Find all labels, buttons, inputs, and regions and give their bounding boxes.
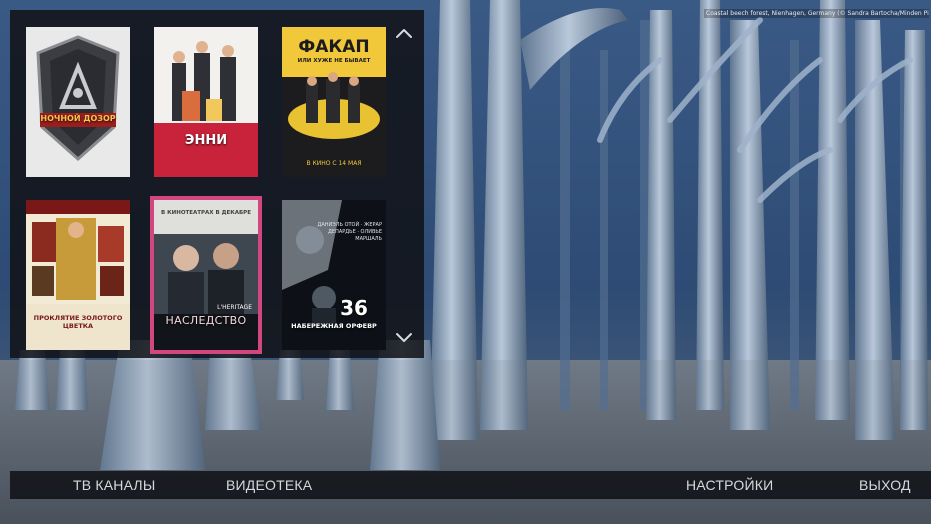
photo-credit: Coastal beech forest, Nienhagen, Germany… bbox=[704, 9, 929, 18]
chevron-down-icon bbox=[396, 333, 412, 342]
poster-title: НАСЛЕДСТВО bbox=[165, 314, 247, 327]
menu-tv-channels[interactable]: ТВ КАНАЛЫ bbox=[73, 471, 155, 499]
poster-tagline: L'HERITAGE bbox=[217, 304, 252, 311]
poster-annie-art bbox=[154, 27, 258, 177]
poster-subtitle: В КИНОТЕАТРАХ В ДЕКАБРЕ bbox=[161, 210, 251, 216]
poster-nasledstvo[interactable]: В КИНОТЕАТРАХ В ДЕКАБРЕ L'HERITAGE НАСЛЕ… bbox=[150, 196, 262, 354]
menu-video-library[interactable]: ВИДЕОТЕКА bbox=[226, 471, 312, 499]
scroll-up-button[interactable] bbox=[391, 22, 417, 44]
poster-tagline: ДАНИЭЛЬ ОТОЙ · ЖЕРАР ДЕПАРДЬЕ · ОЛИВЬЕ М… bbox=[317, 222, 382, 242]
poster-title: ПРОКЛЯТИЕ ЗОЛОТОГО ЦВЕТКА bbox=[33, 314, 123, 330]
poster-title: НАБЕРЕЖНАЯ ОРФЕВР bbox=[291, 322, 377, 330]
poster-night-watch-art bbox=[26, 27, 130, 177]
poster-title: ЭННИ bbox=[184, 133, 228, 148]
poster-number: 36 bbox=[340, 296, 368, 320]
poster-night-watch[interactable]: НОЧНОЙ ДОЗОР bbox=[26, 27, 130, 177]
chevron-up-icon bbox=[396, 29, 412, 38]
poster-nasledstvo-art bbox=[154, 200, 258, 350]
poster-tagline: В КИНО С 14 МАЯ bbox=[306, 160, 362, 167]
poster-fakap[interactable]: ФАКАП ИЛИ ХУЖЕ НЕ БЫВАЕТ В КИНО С 14 МАЯ bbox=[282, 27, 386, 177]
poster-title: ФАКАП bbox=[298, 37, 370, 57]
poster-title: НОЧНОЙ ДОЗОР bbox=[40, 114, 116, 123]
poster-subtitle: ИЛИ ХУЖЕ НЕ БЫВАЕТ bbox=[297, 58, 371, 64]
scroll-down-button[interactable] bbox=[391, 326, 417, 348]
poster-36-quai[interactable]: ДАНИЭЛЬ ОТОЙ · ЖЕРАР ДЕПАРДЬЕ · ОЛИВЬЕ М… bbox=[282, 200, 386, 350]
bottom-menu-bar: ТВ КАНАЛЫ ВИДЕОТЕКА НАСТРОЙКИ ВЫХОД bbox=[10, 471, 931, 499]
poster-golden-flower[interactable]: ПРОКЛЯТИЕ ЗОЛОТОГО ЦВЕТКА bbox=[26, 200, 130, 350]
menu-exit[interactable]: ВЫХОД bbox=[859, 471, 911, 499]
menu-settings[interactable]: НАСТРОЙКИ bbox=[686, 471, 773, 499]
poster-panel: НОЧНОЙ ДОЗОР ЭННИ ФАКАП ИЛИ ХУЖЕ НЕ БЫВА… bbox=[10, 10, 424, 358]
poster-annie[interactable]: ЭННИ bbox=[154, 27, 258, 177]
